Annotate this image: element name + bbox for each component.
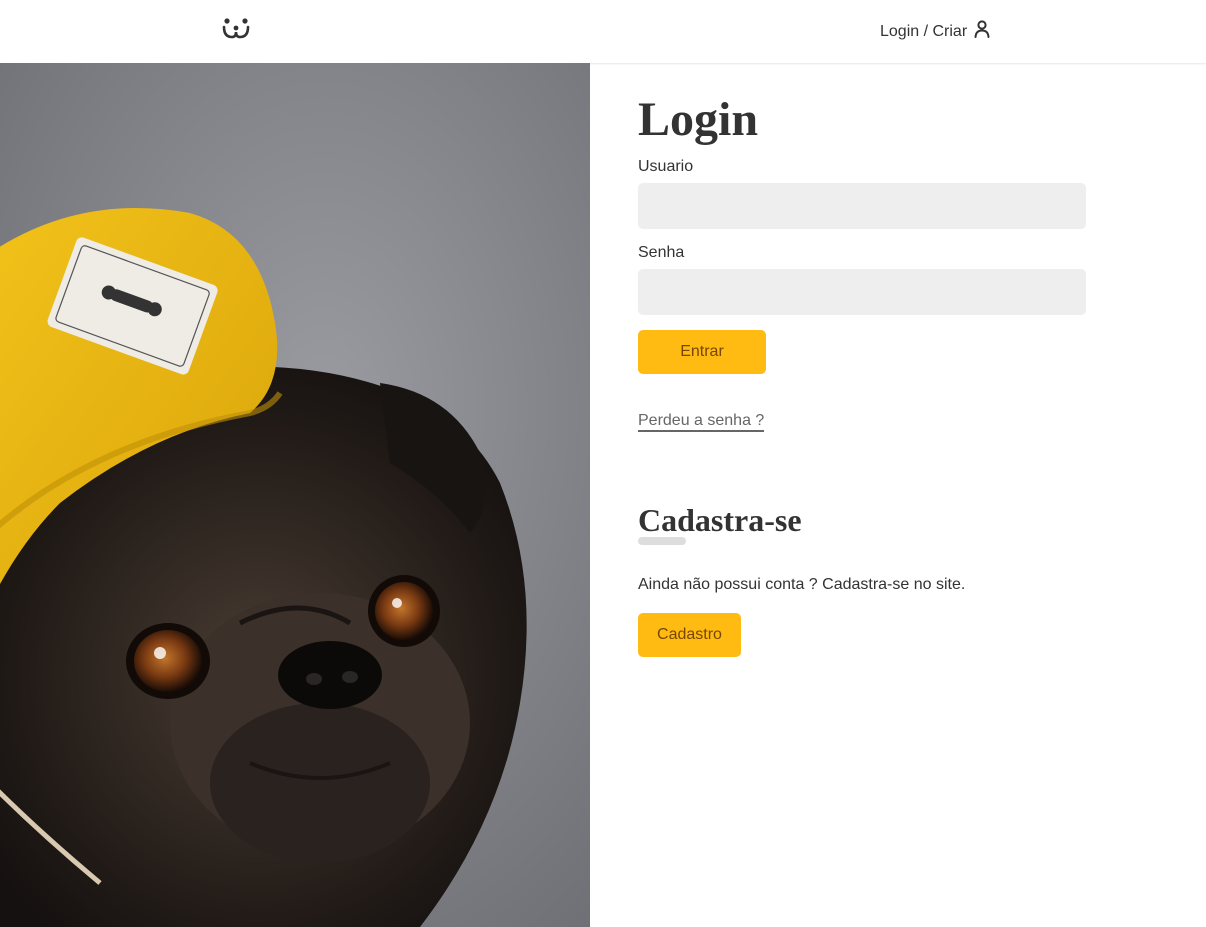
user-icon [974, 20, 990, 38]
pug-photo [0, 63, 590, 927]
register-button[interactable]: Cadastro [638, 613, 741, 657]
register-title-underline [638, 537, 686, 545]
register-title: Cadastra-se [638, 502, 802, 538]
username-input[interactable] [638, 183, 1086, 229]
login-create-label: Login / Criar [880, 23, 968, 40]
dog-face-icon [222, 18, 250, 39]
username-label: Usuario [638, 158, 694, 175]
lost-password-link[interactable]: Perdeu a senha ? [638, 412, 765, 432]
password-label: Senha [638, 244, 685, 261]
login-title-text: Login [638, 93, 759, 146]
site-header: Login / Criar [0, 0, 1206, 64]
login-create-link[interactable]: Login / Criar [880, 20, 991, 43]
register-text: Ainda não possui conta ? Cadastra-se no … [638, 576, 966, 593]
login-submit-button[interactable]: Entrar [638, 330, 766, 374]
password-input[interactable] [638, 269, 1086, 315]
login-title: Login [633, 93, 759, 146]
